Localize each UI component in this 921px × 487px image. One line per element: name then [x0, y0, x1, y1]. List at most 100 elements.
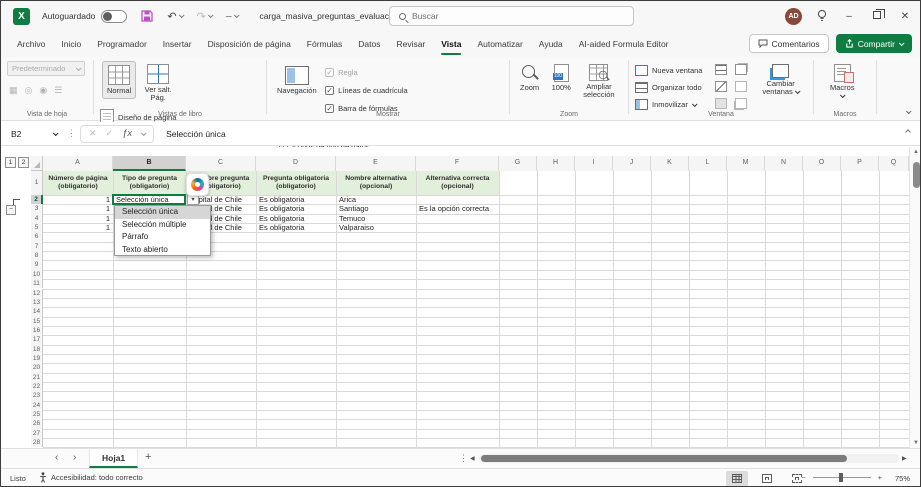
column-header-A[interactable]: A [43, 156, 113, 171]
arrange-all-button[interactable]: Organizar todo [635, 79, 702, 96]
hide-window-icon[interactable] [715, 81, 727, 92]
accessibility-status[interactable]: Accesibilidad: todo correcto [39, 472, 143, 483]
row-header-23[interactable]: 23 [31, 391, 43, 400]
tab-ayuda[interactable]: Ayuda [531, 31, 571, 57]
name-box[interactable]: B2 [5, 125, 63, 143]
view-normal-button[interactable] [726, 471, 748, 486]
formula-bar-drag-handle[interactable]: ⋮ [67, 128, 76, 139]
collapse-ribbon-icon[interactable] [906, 108, 912, 114]
excel-logo-icon[interactable]: X [13, 8, 30, 25]
comments-button[interactable]: Comentarios [749, 34, 829, 53]
row-header-26[interactable]: 26 [31, 419, 43, 428]
cell-E4[interactable]: Temuco [336, 214, 416, 223]
restore-button[interactable] [870, 11, 884, 22]
keep-sheet-view-icon[interactable]: ▦ [9, 85, 18, 96]
minimize-button[interactable]: – [842, 11, 856, 22]
collapse-group-button[interactable]: − [6, 205, 16, 215]
dropdown-item-texto-abierto[interactable]: Texto abierto [115, 244, 210, 256]
dropdown-item-selecci-n-m-ltiple[interactable]: Selección múltiple [115, 219, 210, 231]
select-all-corner[interactable] [31, 156, 43, 171]
unhide-window-icon[interactable] [715, 98, 727, 109]
tab-archivo[interactable]: Archivo [9, 31, 53, 57]
tab-f-rmulas[interactable]: Fórmulas [299, 31, 350, 57]
sheet-view-options-icon[interactable]: ☰ [54, 85, 62, 96]
redo-button[interactable]: ↷ [197, 10, 212, 23]
scroll-left-icon[interactable]: ◀ [470, 455, 475, 462]
vertical-scrollbar[interactable]: ▲ ▼ [909, 147, 921, 448]
row-header-11[interactable]: 11 [31, 279, 43, 288]
header-cell-E1[interactable]: Nombre alternativa(opcional) [336, 171, 416, 195]
tab-datos[interactable]: Datos [350, 31, 388, 57]
cell-E3[interactable]: Santiago [336, 204, 416, 213]
outline-level-2-button[interactable]: 2 [18, 157, 29, 168]
expand-formula-bar-icon[interactable] [905, 129, 911, 135]
column-header-M[interactable]: M [727, 156, 765, 171]
column-header-J[interactable]: J [613, 156, 651, 171]
row-header-8[interactable]: 8 [31, 251, 43, 260]
row-header-7[interactable]: 7 [31, 242, 43, 251]
split-icon[interactable] [715, 64, 727, 75]
lightbulb-icon[interactable] [816, 9, 828, 23]
next-sheet-icon[interactable]: › [73, 452, 76, 463]
zoom-to-selection-button[interactable]: Ampliar selección [579, 61, 618, 102]
horizontal-scrollbar[interactable] [479, 454, 899, 463]
tab-vista[interactable]: Vista [433, 31, 469, 57]
reset-window-position-icon[interactable] [735, 98, 747, 109]
column-header-E[interactable]: E [336, 156, 416, 171]
zoom-percentage[interactable]: 75% [895, 474, 910, 483]
row-header-3[interactable]: 3 [31, 204, 43, 213]
zoom-in-icon[interactable]: + [878, 473, 882, 482]
row-header-25[interactable]: 25 [31, 410, 43, 419]
navigation-button[interactable]: Navegación [273, 63, 321, 98]
row-header-5[interactable]: 5 [31, 223, 43, 232]
zoom-button[interactable]: Zoom [516, 61, 543, 95]
row-header-19[interactable]: 19 [31, 354, 43, 363]
prev-sheet-icon[interactable]: ‹ [55, 452, 58, 463]
share-button[interactable]: Compartir [836, 34, 912, 53]
tab-insertar[interactable]: Insertar [155, 31, 200, 57]
row-header-28[interactable]: 28 [31, 438, 43, 447]
horizontal-scroll-thumb[interactable] [481, 455, 847, 462]
confirm-entry-icon[interactable]: ✓ [106, 128, 114, 139]
column-header-Q[interactable]: Q [879, 156, 909, 171]
column-header-L[interactable]: L [689, 156, 727, 171]
avatar[interactable]: AD [785, 8, 802, 25]
zoom-out-icon[interactable]: − [801, 473, 805, 482]
tab-programador[interactable]: Programador [89, 31, 155, 57]
cell-A4[interactable]: 1 [43, 214, 113, 223]
cancel-entry-icon[interactable]: ✕ [89, 128, 97, 139]
zoom-100-button[interactable]: 100 100% [548, 61, 575, 95]
tabbar-dots-icon[interactable]: ⋮ [459, 453, 468, 464]
sheet-view-combo[interactable]: Predeterminado [7, 61, 85, 76]
row-header-6[interactable]: 6 [31, 232, 43, 241]
quick-access-customize-icon[interactable]: ─ [226, 12, 238, 21]
cell-D4[interactable]: Es obligatoria [256, 214, 336, 223]
close-button[interactable]: ✕ [898, 11, 912, 22]
cell-D2[interactable]: Es obligatoria [256, 195, 336, 204]
row-header-15[interactable]: 15 [31, 317, 43, 326]
cell-D5[interactable]: Es obligatoria [256, 223, 336, 232]
cell-E2[interactable]: Arica [336, 195, 416, 204]
column-header-B[interactable]: B [113, 156, 186, 171]
row-header-24[interactable]: 24 [31, 401, 43, 410]
spreadsheet-grid[interactable]: 12ABCDEFGHIJKLMNOPQ123456789101112131415… [1, 147, 909, 448]
new-window-button[interactable]: Nueva ventana [635, 62, 702, 79]
column-header-G[interactable]: G [499, 156, 537, 171]
page-break-preview-button[interactable]: Ver salt. Pág. [141, 61, 176, 105]
view-page-layout-button[interactable] [756, 471, 778, 486]
zoom-slider-handle[interactable] [839, 473, 843, 482]
switch-windows-button[interactable]: Cambiar ventanas [758, 61, 803, 99]
scroll-up-icon[interactable]: ▲ [910, 149, 921, 155]
undo-dropdown-icon[interactable] [179, 12, 185, 18]
tab-revisar[interactable]: Revisar [388, 31, 433, 57]
formula-content[interactable]: Selección única [166, 129, 226, 139]
column-header-N[interactable]: N [765, 156, 803, 171]
new-sheet-view-icon[interactable]: ◉ [39, 85, 47, 96]
tab-automatizar[interactable]: Automatizar [469, 31, 530, 57]
tab-disposici-n-de-p-gina[interactable]: Disposición de página [200, 31, 299, 57]
macros-button[interactable]: Macros [826, 61, 859, 101]
row-header-27[interactable]: 27 [31, 429, 43, 438]
sheet-tab-hoja1[interactable]: Hoja1 [89, 449, 138, 468]
header-cell-A1[interactable]: Número de página(obligatorio) [43, 171, 113, 195]
outline-level-1-button[interactable]: 1 [5, 157, 16, 168]
